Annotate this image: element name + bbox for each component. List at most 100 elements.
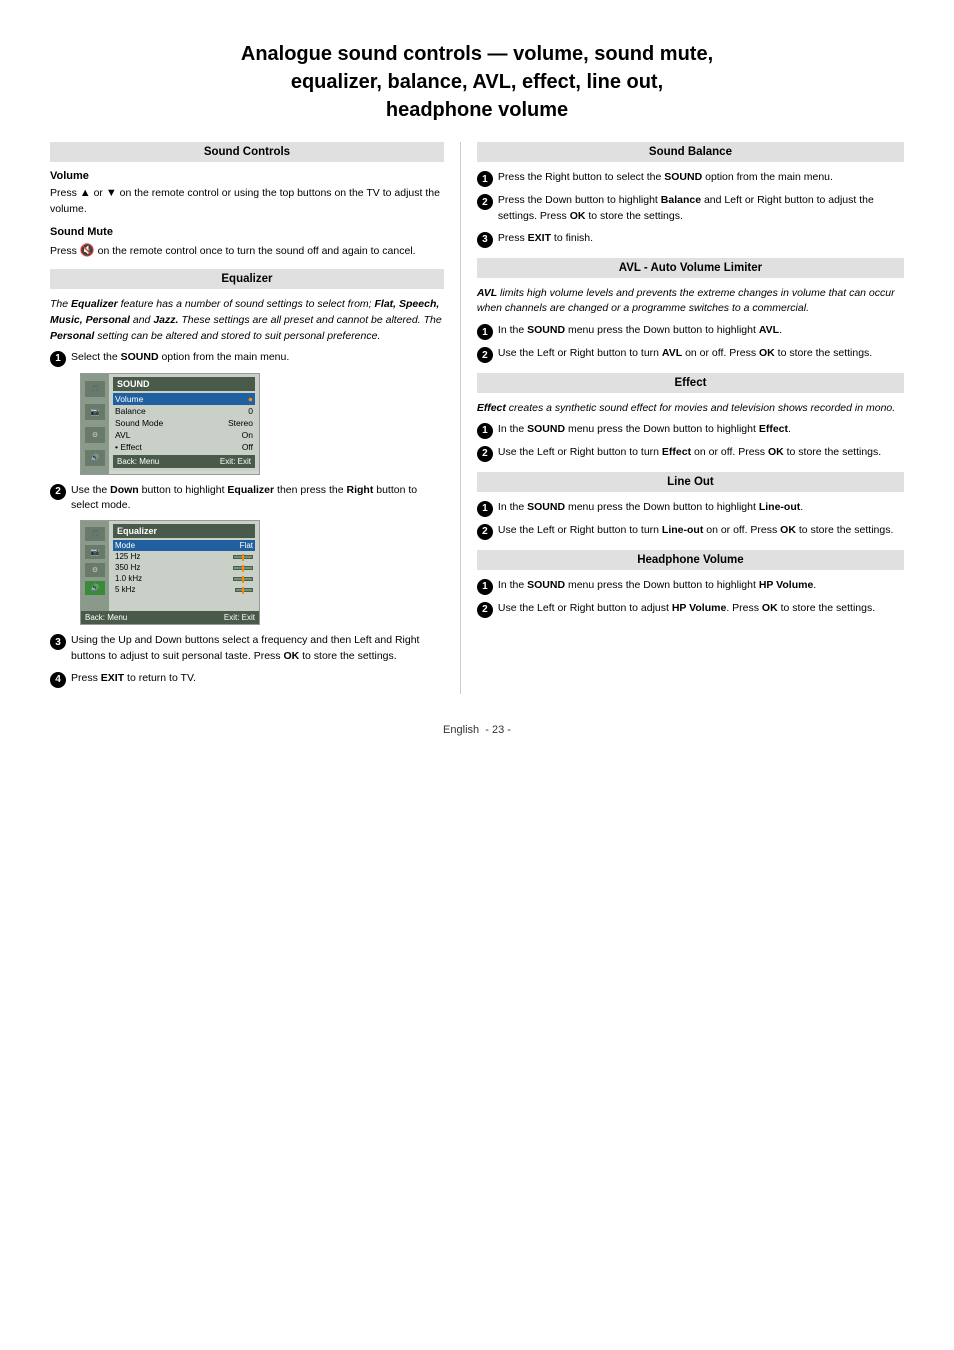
volume-up-icon: ▲ <box>80 185 91 202</box>
volume-press: Press <box>50 187 80 199</box>
menu-icon-2: 📷 <box>85 404 105 420</box>
lineout-step2-text: Use the Left or Right button to turn Lin… <box>498 523 904 539</box>
volume-title: Volume <box>50 170 444 182</box>
hp-step2: 2 Use the Left or Right button to adjust… <box>477 601 904 618</box>
menu-title: SOUND <box>113 377 255 391</box>
step-num-2: 2 <box>50 484 66 500</box>
sound-balance-header: Sound Balance <box>477 142 904 162</box>
balance-step1: 1 Press the Right button to select the S… <box>477 170 904 187</box>
eq-step1-text: Select the SOUND option from the main me… <box>71 350 444 366</box>
menu-content: SOUND Volume● Balance0 Sound ModeStereo … <box>109 374 259 471</box>
step-num-4: 4 <box>50 672 66 688</box>
equalizer-menu-screenshot: 🎵 📷 ⚙ 🔊 Equalizer ModeFlat 125 Hz 3 <box>80 520 260 625</box>
balance-step2-text: Press the Down button to highlight Balan… <box>498 193 904 225</box>
menu-row-avl: AVLOn <box>113 429 255 441</box>
step-num-3: 3 <box>50 634 66 650</box>
title-line1: Analogue sound controls — volume, sound … <box>241 43 713 65</box>
eq-menu-content: Equalizer ModeFlat 125 Hz 350 Hz 1.0 kHz <box>109 521 259 611</box>
eq-step2-text: Use the Down button to highlight Equaliz… <box>71 483 444 515</box>
eq-icon-4: 🔊 <box>85 581 105 595</box>
balance-step-num-3: 3 <box>477 232 493 248</box>
eq-icon-2: 📷 <box>85 545 105 559</box>
hp-step1-text: In the SOUND menu press the Down button … <box>498 578 904 594</box>
menu-icon-3: ⚙ <box>85 427 105 443</box>
eq-row-1khz: 1.0 kHz <box>113 573 255 584</box>
menu-row-soundmode: Sound ModeStereo <box>113 417 255 429</box>
volume-down-icon: ▼ <box>106 185 117 202</box>
avl-header: AVL - Auto Volume Limiter <box>477 258 904 278</box>
avl-step2: 2 Use the Left or Right button to turn A… <box>477 346 904 363</box>
page-title: Analogue sound controls — volume, sound … <box>50 40 904 124</box>
avl-step-num-1: 1 <box>477 324 493 340</box>
hp-step-num-1: 1 <box>477 579 493 595</box>
lineout-step-num-2: 2 <box>477 524 493 540</box>
sound-menu-screenshot: 🎵 📷 ⚙ 🔊 SOUND Volume● Balance0 Sound Mod… <box>80 373 260 475</box>
right-column: Sound Balance 1 Press the Right button t… <box>460 142 904 694</box>
effect-step2: 2 Use the Left or Right button to turn E… <box>477 445 904 462</box>
eq-footer: Back: MenuExit: Exit <box>81 611 259 624</box>
lineout-step2: 2 Use the Left or Right button to turn L… <box>477 523 904 540</box>
menu-row-volume: Volume● <box>113 393 255 405</box>
menu-sidebar: 🎵 📷 ⚙ 🔊 <box>81 374 109 474</box>
menu-footer: Back: MenuExit: Exit <box>113 455 255 468</box>
lineout-step-num-1: 1 <box>477 501 493 517</box>
mute-press: Press <box>50 245 80 257</box>
menu-row-effect: • EffectOff <box>113 441 255 453</box>
eq-row-mode: ModeFlat <box>113 540 255 551</box>
hp-step-num-2: 2 <box>477 602 493 618</box>
eq-step3: 3 Using the Up and Down buttons select a… <box>50 633 444 665</box>
eq-step2: 2 Use the Down button to highlight Equal… <box>50 483 444 515</box>
balance-step-num-2: 2 <box>477 194 493 210</box>
eq-row-5khz: 5 kHz <box>113 584 255 595</box>
balance-step3-text: Press EXIT to finish. <box>498 231 904 247</box>
effect-header: Effect <box>477 373 904 393</box>
main-content: Sound Controls Volume Press ▲ or ▼ on th… <box>50 142 904 694</box>
effect-step-num-2: 2 <box>477 446 493 462</box>
menu-icon-4: 🔊 <box>85 450 105 466</box>
avl-step2-text: Use the Left or Right button to turn AVL… <box>498 346 904 362</box>
page-footer: English - 23 - <box>50 724 904 736</box>
volume-text: Press ▲ or ▼ on the remote control or us… <box>50 185 444 218</box>
hp-step2-text: Use the Left or Right button to adjust H… <box>498 601 904 617</box>
eq-menu-title: Equalizer <box>113 524 255 538</box>
title-line3: headphone volume <box>386 99 568 121</box>
eq-step3-text: Using the Up and Down buttons select a f… <box>71 633 444 665</box>
balance-step3: 3 Press EXIT to finish. <box>477 231 904 248</box>
effect-step1: 1 In the SOUND menu press the Down butto… <box>477 422 904 439</box>
step-num-1: 1 <box>50 351 66 367</box>
avl-step1-text: In the SOUND menu press the Down button … <box>498 323 904 339</box>
sound-controls-header: Sound Controls <box>50 142 444 162</box>
footer-page-number: - 23 - <box>485 724 511 736</box>
effect-step2-text: Use the Left or Right button to turn Eff… <box>498 445 904 461</box>
balance-step-num-1: 1 <box>477 171 493 187</box>
avl-step-num-2: 2 <box>477 347 493 363</box>
hp-step1: 1 In the SOUND menu press the Down butto… <box>477 578 904 595</box>
effect-intro: Effect creates a synthetic sound effect … <box>477 401 904 417</box>
volume-or: or <box>94 187 106 199</box>
eq-row-125hz: 125 Hz <box>113 551 255 562</box>
sound-mute-title: Sound Mute <box>50 226 444 238</box>
eq-menu-layout: 🎵 📷 ⚙ 🔊 Equalizer ModeFlat 125 Hz 3 <box>81 521 259 611</box>
effect-step1-text: In the SOUND menu press the Down button … <box>498 422 904 438</box>
eq-step1: 1 Select the SOUND option from the main … <box>50 350 444 367</box>
eq-step4: 4 Press EXIT to return to TV. <box>50 671 444 688</box>
equalizer-header: Equalizer <box>50 269 444 289</box>
lineout-step1: 1 In the SOUND menu press the Down butto… <box>477 500 904 517</box>
title-line2: equalizer, balance, AVL, effect, line ou… <box>291 71 663 93</box>
balance-step2: 2 Press the Down button to highlight Bal… <box>477 193 904 225</box>
mute-desc: on the remote control once to turn the s… <box>98 245 416 257</box>
menu-icon-1: 🎵 <box>85 381 105 397</box>
balance-step1-text: Press the Right button to select the SOU… <box>498 170 904 186</box>
menu-row-balance: Balance0 <box>113 405 255 417</box>
hp-volume-header: Headphone Volume <box>477 550 904 570</box>
avl-intro: AVL limits high volume levels and preven… <box>477 286 904 318</box>
effect-step-num-1: 1 <box>477 423 493 439</box>
eq-icon-1: 🎵 <box>85 527 105 541</box>
eq-row-350hz: 350 Hz <box>113 562 255 573</box>
lineout-step1-text: In the SOUND menu press the Down button … <box>498 500 904 516</box>
footer-language: English <box>443 724 479 736</box>
left-column: Sound Controls Volume Press ▲ or ▼ on th… <box>50 142 460 694</box>
eq-sidebar: 🎵 📷 ⚙ 🔊 <box>81 521 109 611</box>
lineout-header: Line Out <box>477 472 904 492</box>
eq-intro: The Equalizer feature has a number of so… <box>50 297 444 344</box>
